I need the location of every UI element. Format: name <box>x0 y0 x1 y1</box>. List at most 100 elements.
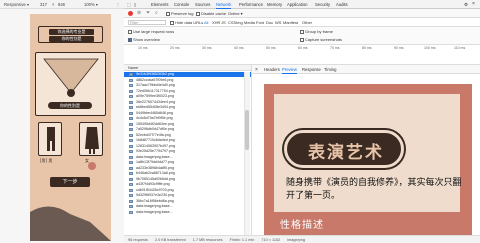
device-toolbar: Responsive ▾ 317 × 846 100% ▾ ⋮ <box>0 0 124 9</box>
request-row[interactable]: a09e7599ee3f0023.png <box>124 94 251 99</box>
type-filter-media[interactable]: Media <box>244 20 255 25</box>
type-filter-js[interactable]: JS <box>221 20 226 25</box>
tab-timing[interactable]: Timing <box>324 67 336 72</box>
image-file-icon <box>129 210 133 214</box>
width-input[interactable]: 317 <box>40 2 47 7</box>
request-row[interactable]: 93e25d25e7794797.png <box>124 149 251 154</box>
request-row[interactable]: 9d329f6937e3e230.png <box>124 193 251 198</box>
tab-network[interactable]: Network <box>216 2 232 9</box>
device-select[interactable]: Responsive ▾ <box>4 2 29 7</box>
request-row[interactable]: eb8bed55408e3494.png <box>124 105 251 110</box>
device-toggle-icon[interactable]: ▯ <box>134 2 136 7</box>
request-list-scrollbar[interactable] <box>244 72 250 235</box>
capture-screenshots-checkbox[interactable]: Capture screenshots <box>300 37 342 42</box>
type-filter-font[interactable]: Font <box>256 20 264 25</box>
disable-cache-checkbox[interactable]: Disable cache <box>196 11 226 16</box>
request-name: a43f7f4d93c9fffe.png <box>136 182 170 186</box>
tab-elements[interactable]: Elements <box>151 2 168 7</box>
request-row[interactable]: 155495d4f2dd63ee.png <box>124 122 251 127</box>
type-filter-img[interactable]: Img <box>236 20 243 25</box>
request-row[interactable]: 4862ccdca57f09e6.png <box>124 78 251 83</box>
request-row[interactable]: 36bc7a16f56ebd6a.png <box>124 199 251 204</box>
request-row[interactable]: 1a8b13f79dd4dd77.png <box>124 160 251 165</box>
request-row[interactable]: 0449bbe4465d646.png <box>124 111 251 116</box>
tab-headers[interactable]: Headers <box>264 67 280 72</box>
timeline-tick: 10 ms <box>138 46 148 50</box>
request-row[interactable]: data:image/png;base... <box>124 155 251 160</box>
image-file-icon <box>129 78 133 82</box>
type-filter-css[interactable]: CSS <box>228 20 236 25</box>
more-options-icon[interactable]: ⋮ <box>116 2 120 7</box>
clear-icon[interactable]: ⊘ <box>137 10 141 16</box>
request-row[interactable]: data:image/png;base... <box>124 204 251 209</box>
request-row[interactable]: a43f7f4d93c9fffe.png <box>124 182 251 187</box>
question-card: 你选择的专业是 你的性别是 <box>38 26 103 43</box>
record-icon[interactable] <box>128 11 133 16</box>
search-icon[interactable]: ⌕ <box>155 10 158 16</box>
request-row[interactable]: 52ecbd47f77e4fa.png <box>124 133 251 138</box>
filter-input[interactable]: Filter <box>128 19 166 25</box>
tab-security[interactable]: Security <box>315 2 330 7</box>
tab-memory[interactable]: Memory <box>267 2 282 7</box>
type-filter-other[interactable]: Other <box>302 20 312 25</box>
male-option-label[interactable]: [男] 男 <box>40 158 52 164</box>
tab-application[interactable]: Application <box>287 2 308 7</box>
scrollbar-thumb[interactable] <box>245 110 249 150</box>
tab-performance[interactable]: Performance <box>239 2 263 7</box>
throttling-select[interactable]: Online ▾ <box>228 11 243 16</box>
request-row[interactable]: 36e2276074434ee4.png <box>124 100 251 105</box>
female-option-card[interactable] <box>79 122 103 156</box>
request-row[interactable]: b446ab2ca88713a8.png <box>124 171 251 176</box>
request-row[interactable]: 9e31b3f9385263b2.png <box>124 72 251 78</box>
large-rows-checkbox[interactable]: Use large request rows <box>128 29 174 34</box>
network-status-bar: 96 requests 2.0 KB transferred 1.7 MB re… <box>124 235 480 243</box>
request-row[interactable]: 7a5296db0d47df0e.png <box>124 127 251 132</box>
tab-preview[interactable]: Preview <box>282 67 297 74</box>
request-row[interactable]: 9b7065145a92b6dd.png <box>124 177 251 182</box>
request-name: 128314063907b497.png <box>136 143 175 148</box>
preview-text-line-1: 随身携带《演员的自我修养》，其实每次只翻 <box>286 178 462 188</box>
type-filter-all[interactable]: All <box>204 20 208 25</box>
network-toolbar: ⊘ ⏷ ⌕ Preserve log Disable cache Online … <box>124 9 480 18</box>
request-row[interactable]: 317aac79bbd4e4d0.png <box>124 83 251 88</box>
request-row[interactable]: cdb01f54435c9703.png <box>124 188 251 193</box>
settings-gear-icon[interactable]: ⚙ <box>464 2 468 8</box>
show-overview-checkbox[interactable]: Show overview <box>128 37 160 42</box>
preview-text-line-2: 开了第一页。 <box>286 191 341 201</box>
tab-sources[interactable]: Sources <box>195 2 210 7</box>
preserve-log-checkbox[interactable]: Preserve log <box>166 11 193 16</box>
image-file-icon <box>129 139 133 143</box>
close-detail-icon[interactable]: × <box>255 67 258 73</box>
type-filter-doc[interactable]: Doc <box>266 20 273 25</box>
type-filter-xhr[interactable]: XHR <box>212 20 220 25</box>
image-file-icon <box>129 73 133 77</box>
tab-response[interactable]: Response <box>302 67 321 72</box>
tab-audits[interactable]: Audits <box>336 2 348 7</box>
next-button[interactable]: 下一步 <box>50 177 90 187</box>
close-devtools-icon[interactable]: × <box>472 1 475 7</box>
request-name: 155495d4f2dd63ee.png <box>136 121 174 126</box>
hide-data-urls-checkbox[interactable]: Hide data URLs <box>170 20 203 25</box>
filter-funnel-icon[interactable]: ⏷ <box>146 10 150 16</box>
request-name: 93e25d25e7794797.png <box>136 149 175 153</box>
group-by-frame-checkbox[interactable]: Group by frame <box>300 29 333 34</box>
request-row[interactable]: 1b8d87710c6da4ed.png <box>124 138 251 143</box>
capture-screenshots-label: Capture screenshots <box>305 37 342 42</box>
request-row[interactable]: 128314063907b497.png <box>124 144 251 149</box>
zoom-select[interactable]: 100% ▾ <box>84 2 98 7</box>
timeline-overview[interactable]: 10 ms 20 ms 30 ms 40 ms 50 ms 60 ms 70 m… <box>124 45 480 65</box>
large-rows-label: Use large request rows <box>133 29 175 34</box>
request-name: data:image/png;base... <box>136 204 173 208</box>
detail-tab-bar: × Headers Preview Response Timing <box>252 65 480 74</box>
type-filter-ws[interactable]: WS <box>275 20 281 25</box>
request-row[interactable]: ad233e3896b4a8f0.png <box>124 166 251 171</box>
inspect-element-icon[interactable]: ⬚ <box>127 2 131 7</box>
tab-console[interactable]: Console <box>174 2 189 7</box>
name-column-header[interactable]: Name <box>124 65 251 71</box>
type-filter-manifest[interactable]: Manifest <box>283 20 298 25</box>
request-row[interactable]: data:image/png;base... <box>124 210 251 215</box>
request-row[interactable]: 4c4c6d79a7bf0f9e.png <box>124 116 251 121</box>
male-option-card[interactable] <box>38 122 62 156</box>
request-row[interactable]: 72ed06b117317754.png <box>124 89 251 94</box>
height-input[interactable]: 846 <box>58 2 65 7</box>
